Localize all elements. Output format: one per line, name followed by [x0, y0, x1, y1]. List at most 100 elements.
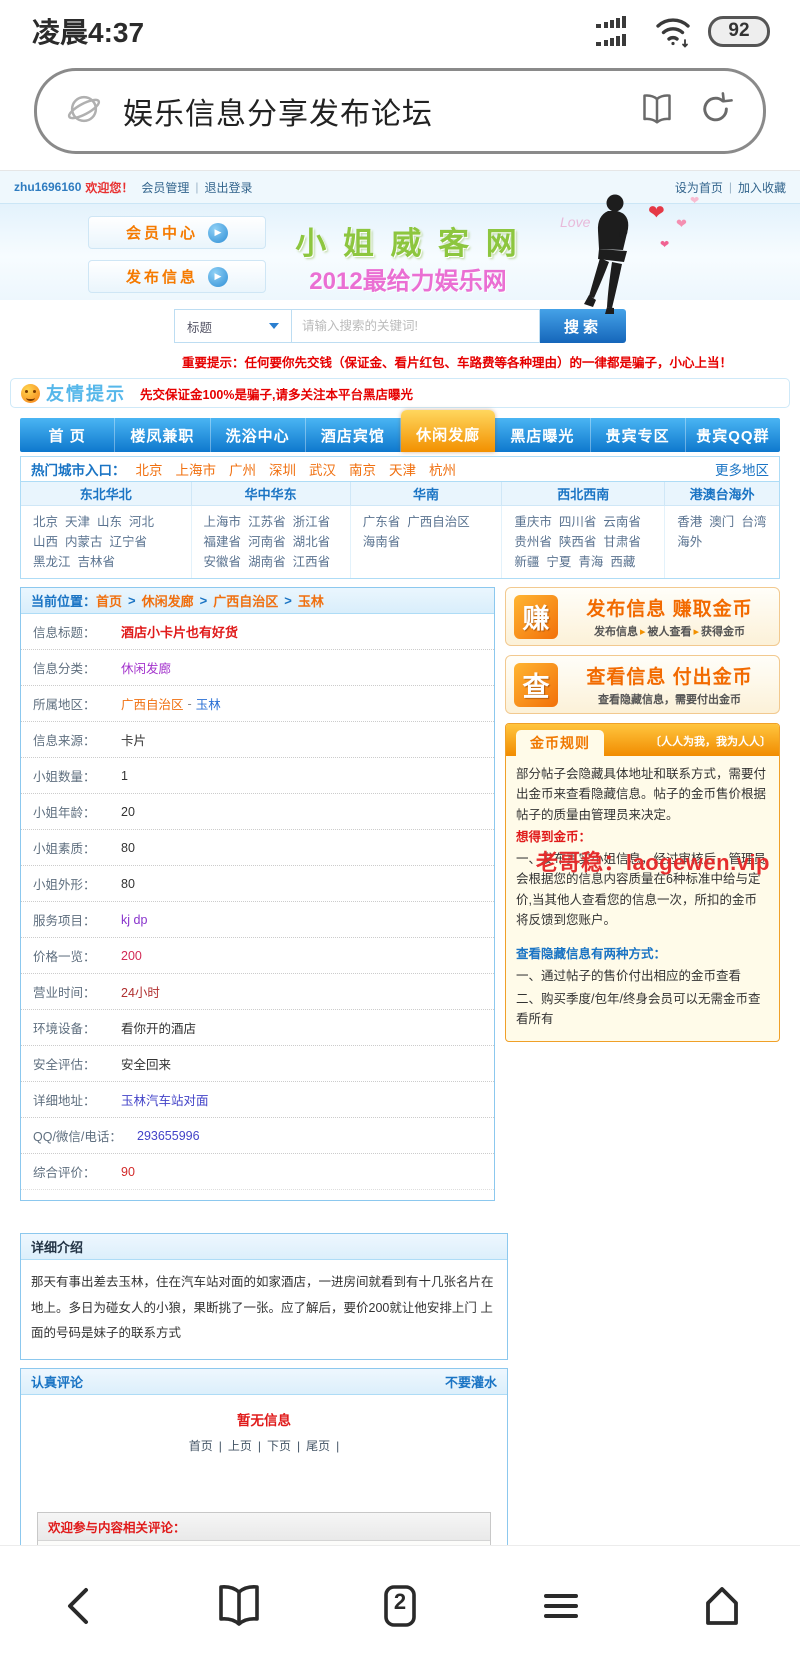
- region-col-header: 东北华北: [21, 482, 192, 506]
- region-link[interactable]: 河北: [129, 512, 154, 532]
- pager-prev[interactable]: 上页: [228, 1439, 252, 1453]
- refresh-icon[interactable]: [697, 90, 735, 133]
- region-link[interactable]: 天津: [65, 512, 90, 532]
- region-link[interactable]: 台湾: [741, 512, 766, 532]
- back-button[interactable]: [52, 1580, 104, 1632]
- region-col: 重庆市四川省云南省贵州省陕西省甘肃省新疆宁夏青海西藏: [502, 506, 665, 578]
- region-link[interactable]: 海南省: [363, 532, 401, 552]
- earn-coins-banner[interactable]: 赚 发布信息 赚取金币 发布信息▸被人查看▸获得金币: [505, 587, 780, 646]
- city-link[interactable]: 南京: [349, 459, 376, 479]
- pager-next[interactable]: 下页: [267, 1439, 291, 1453]
- breadcrumb-link[interactable]: 玉林: [298, 591, 324, 610]
- region-link[interactable]: 江苏省: [248, 512, 286, 532]
- region-link[interactable]: 重庆市: [514, 512, 552, 532]
- city-link[interactable]: 武汉: [309, 459, 336, 479]
- member-center-button[interactable]: 会员中心 ▶: [88, 216, 266, 249]
- menu-button[interactable]: [535, 1580, 587, 1632]
- nav-item-vip-qq[interactable]: 贵宾QQ群: [686, 418, 780, 452]
- pager-separator: |: [336, 1439, 339, 1453]
- info-label: 信息标题：: [33, 622, 121, 641]
- url-field[interactable]: 娱乐信息分享发布论坛: [34, 68, 766, 154]
- home-button[interactable]: [696, 1580, 748, 1632]
- region-link[interactable]: 湖北省: [293, 532, 331, 552]
- region-link[interactable]: 甘肃省: [603, 532, 641, 552]
- region-link[interactable]: 北京: [33, 512, 58, 532]
- more-regions-link[interactable]: 更多地区: [715, 459, 769, 479]
- region-link[interactable]: 山东: [97, 512, 122, 532]
- nav-item-hotel[interactable]: 酒店宾馆: [306, 418, 401, 452]
- city-link[interactable]: 玉林: [196, 694, 221, 713]
- region-link[interactable]: 四川省: [559, 512, 597, 532]
- region-link[interactable]: 新疆: [514, 552, 539, 572]
- pager-last[interactable]: 尾页: [306, 1439, 330, 1453]
- region-link[interactable]: 辽宁省: [110, 532, 148, 552]
- region-link[interactable]: 广西自治区: [407, 512, 470, 532]
- region-link[interactable]: 上海市: [204, 512, 242, 532]
- breadcrumb-link[interactable]: 首页: [96, 591, 122, 610]
- set-homepage-link[interactable]: 设为首页: [675, 179, 723, 196]
- add-favorite-link[interactable]: 加入收藏: [738, 179, 786, 196]
- listing-detail-panel: 当前位置： 首页 > 休闲发廊 > 广西自治区 > 玉林 信息标题： 酒店小卡片…: [20, 587, 495, 1201]
- region-link[interactable]: 陕西省: [559, 532, 597, 552]
- info-label: 综合评价：: [33, 1162, 121, 1181]
- nav-item-leisure-active[interactable]: 休闲发廊: [401, 410, 495, 452]
- city-link[interactable]: 杭州: [429, 459, 456, 479]
- welcome-text: 欢迎您！: [85, 179, 133, 196]
- city-link[interactable]: 广州: [229, 459, 256, 479]
- sidebar: 赚 发布信息 赚取金币 发布信息▸被人查看▸获得金币 查 查看信息 付出金币 查…: [505, 587, 780, 1042]
- region-link[interactable]: 海外: [677, 532, 702, 552]
- region-link[interactable]: 黑龙江: [33, 552, 71, 572]
- region-link[interactable]: 云南省: [603, 512, 641, 532]
- search-input[interactable]: [292, 309, 540, 343]
- region-link[interactable]: 吉林省: [78, 552, 116, 572]
- main-nav: 首 页 楼凤兼职 洗浴中心 酒店宾馆 休闲发廊 黑店曝光 贵宾专区 贵宾QQ群: [20, 418, 780, 452]
- city-link[interactable]: 天津: [389, 459, 416, 479]
- region-link[interactable]: 河南省: [248, 532, 286, 552]
- bookmark-book-icon[interactable]: [637, 89, 677, 134]
- search-field-select[interactable]: 标题: [174, 309, 292, 343]
- region-link[interactable]: 澳门: [709, 512, 734, 532]
- region-link[interactable]: 安徽省: [204, 552, 242, 572]
- clock: 凌晨4:37: [32, 11, 144, 51]
- hot-cities-bar: 热门城市入口： 北京 上海市 广州 深圳 武汉 南京 天津 杭州 更多地区: [20, 456, 780, 482]
- region-link[interactable]: 湖南省: [248, 552, 286, 572]
- region-link[interactable]: 广东省: [363, 512, 401, 532]
- info-row-contact: QQ/微信/电话： 293655996: [21, 1118, 494, 1154]
- info-label: 服务项目：: [33, 910, 121, 929]
- city-link[interactable]: 深圳: [269, 459, 296, 479]
- region-link[interactable]: 内蒙古: [65, 532, 103, 552]
- breadcrumb-link[interactable]: 休闲发廊: [142, 591, 194, 610]
- region-link[interactable]: 贵州省: [514, 532, 552, 552]
- region-col: 香港澳门台湾海外: [665, 506, 779, 578]
- pager-first[interactable]: 首页: [189, 1439, 213, 1453]
- region-link[interactable]: 浙江省: [293, 512, 331, 532]
- post-info-button[interactable]: 发布信息 ▶: [88, 260, 266, 293]
- tabs-button[interactable]: 2: [374, 1580, 426, 1632]
- region-link[interactable]: 青海: [578, 552, 603, 572]
- city-link[interactable]: 上海市: [176, 459, 217, 479]
- status-bar: 凌晨4:37 92: [0, 0, 800, 62]
- nav-item-home[interactable]: 首 页: [20, 418, 115, 452]
- breadcrumb-link[interactable]: 广西自治区: [213, 591, 278, 610]
- nav-item-vip-zone[interactable]: 贵宾专区: [591, 418, 686, 452]
- city-link[interactable]: 北京: [136, 459, 163, 479]
- info-row-safety: 安全评估： 安全回来: [21, 1046, 494, 1082]
- region-link[interactable]: 山西: [33, 532, 58, 552]
- heart-icon: ❤: [690, 194, 699, 207]
- region-link[interactable]: 香港: [677, 512, 702, 532]
- member-manage-link[interactable]: 会员管理: [141, 179, 189, 196]
- region-link[interactable]: 宁夏: [546, 552, 571, 572]
- region-link[interactable]: 福建省: [204, 532, 242, 552]
- logout-link[interactable]: 退出登录: [205, 179, 253, 196]
- info-value[interactable]: 休闲发廊: [121, 658, 171, 677]
- bookmarks-button[interactable]: [213, 1580, 265, 1632]
- nav-item-bath[interactable]: 洗浴中心: [211, 418, 306, 452]
- region-link[interactable]: 江西省: [293, 552, 331, 572]
- nav-item-expose[interactable]: 黑店曝光: [495, 418, 590, 452]
- region-link[interactable]: 广西自治区: [121, 694, 184, 713]
- pay-coins-banner[interactable]: 查 查看信息 付出金币 查看隐藏信息，需要付出金币: [505, 655, 780, 714]
- region-link[interactable]: 西藏: [610, 552, 635, 572]
- info-label: 价格一览：: [33, 946, 121, 965]
- nav-item-loufeng[interactable]: 楼凤兼职: [115, 418, 210, 452]
- username-link[interactable]: zhu1696160: [14, 180, 81, 194]
